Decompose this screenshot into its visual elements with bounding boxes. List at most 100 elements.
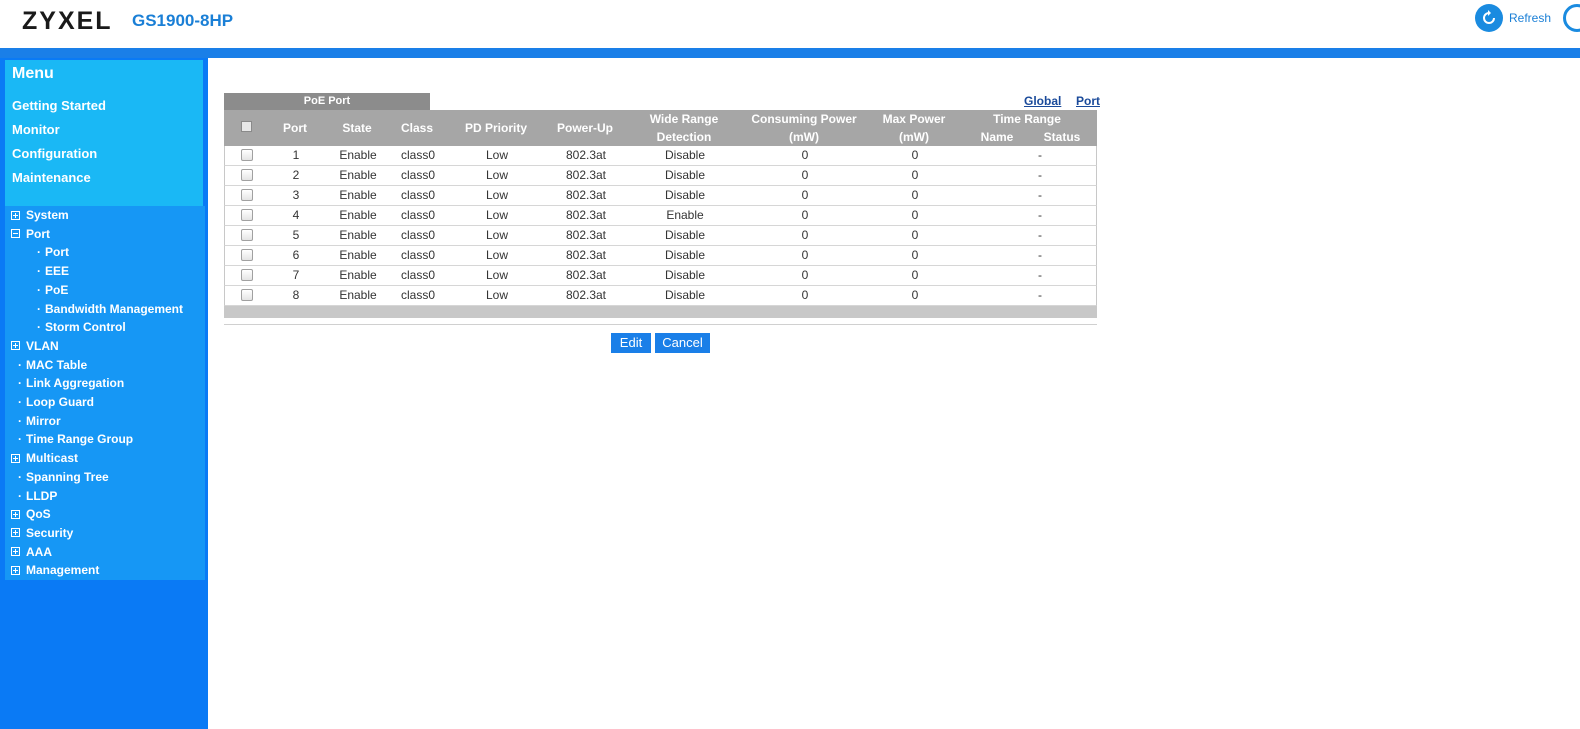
menu-getting-started[interactable]: Getting Started [12,98,106,113]
cell-detection: Disable [664,168,706,182]
header-pd-priority: PD Priority [464,121,527,135]
cell-max: 0 [911,268,919,282]
header-port: Port [283,121,307,135]
cell-state: Enable [339,288,377,302]
header-power-up: Power-Up [556,121,613,135]
cell-priority: Low [485,288,508,302]
row-checkbox[interactable] [241,269,253,281]
header-class: Class [400,121,434,135]
cell-consuming: 0 [801,288,809,302]
sidebar-item-multicast[interactable]: Multicast [11,451,78,465]
cell-port: 1 [292,148,300,162]
expand-icon[interactable] [11,341,20,351]
refresh-button[interactable]: Refresh [1475,4,1551,32]
cell-class: class0 [400,288,435,302]
sidebar-item-lldp[interactable]: · LLDP [18,489,57,503]
row-checkbox[interactable] [241,149,253,161]
bullet-icon: · [18,469,22,484]
bullet-icon: · [37,264,41,279]
model-name: GS1900-8HP [132,11,234,30]
expand-icon[interactable] [11,528,20,538]
row-checkbox[interactable] [241,189,253,201]
sidebar-item-security[interactable]: Security [11,526,73,540]
cell-port: 4 [292,208,300,222]
row-checkbox[interactable] [241,229,253,241]
menu-maintenance[interactable]: Maintenance [12,170,91,185]
menu-monitor[interactable]: Monitor [12,122,60,137]
expand-icon[interactable] [11,453,20,463]
cell-port: 6 [292,248,300,262]
expand-icon[interactable] [11,547,20,557]
sidebar-item-qos[interactable]: QoS [11,507,51,521]
cell-consuming: 0 [801,188,809,202]
table-header: Port State Class PD Priority Power-Up Wi… [224,110,1097,146]
refresh-icon [1475,4,1503,32]
cell-class: class0 [400,248,435,262]
expand-icon[interactable] [11,509,20,519]
user-icon[interactable] [1563,4,1580,32]
menu-configuration[interactable]: Configuration [12,146,97,161]
tab-poe-port[interactable]: PoE Port [224,93,430,110]
sidebar-item-bandwidth-management-sub[interactable]: · Bandwidth Management [37,302,183,316]
cell-status: - [1038,188,1042,202]
row-checkbox[interactable] [241,289,253,301]
sidebar-item-loop-guard[interactable]: · Loop Guard [18,395,94,409]
cell-priority: Low [485,248,508,262]
table-row: 1 Enable class0 Low 802.3at Disable 0 0 - [224,146,1097,166]
cell-max: 0 [911,148,919,162]
select-all-checkbox[interactable] [241,121,252,132]
sidebar-item-vlan[interactable]: VLAN [11,339,59,353]
cell-detection: Disable [664,268,706,282]
cancel-button[interactable]: Cancel [655,333,710,353]
collapse-icon[interactable] [11,229,20,239]
row-checkbox[interactable] [241,209,253,221]
sidebar-item-label: QoS [26,507,51,522]
sidebar-item-aaa[interactable]: AAA [11,545,52,559]
header-divider [0,48,1580,58]
bullet-icon: · [18,432,22,447]
bullet-icon: · [18,357,22,372]
sidebar-item-label: Port [26,226,50,241]
expand-icon[interactable] [11,210,20,220]
cell-status: - [1038,288,1042,302]
sidebar-item-mirror[interactable]: · Mirror [18,414,61,428]
sidebar-item-eee-sub[interactable]: · EEE [37,264,69,278]
menu-title: Menu [12,65,54,82]
row-checkbox[interactable] [241,169,253,181]
cell-detection: Enable [666,208,704,222]
cell-power-up: 802.3at [565,148,607,162]
sidebar-item-poe-sub[interactable]: · PoE [37,283,68,297]
cell-class: class0 [400,148,435,162]
table-row: 3 Enable class0 Low 802.3at Disable 0 0 - [224,186,1097,206]
cell-status: - [1038,228,1042,242]
port-link[interactable]: Port [1076,94,1100,108]
sidebar-item-time-range-group[interactable]: · Time Range Group [18,432,133,446]
sidebar-item-system[interactable]: System [11,208,69,222]
cell-state: Enable [339,148,377,162]
row-checkbox[interactable] [241,249,253,261]
sidebar-item-link-aggregation[interactable]: · Link Aggregation [18,376,124,390]
sidebar-item-mac-table[interactable]: · MAC Table [18,358,87,372]
bullet-icon: · [18,376,22,391]
sidebar-item-port[interactable]: Port [11,227,50,241]
sidebar-item-storm-control-sub[interactable]: · Storm Control [37,320,126,334]
sidebar-item-management[interactable]: Management [11,563,99,577]
header-consuming-power-1: Consuming Power [751,112,857,126]
expand-icon[interactable] [11,565,20,575]
cell-power-up: 802.3at [565,288,607,302]
sidebar: Menu Getting Started Monitor Configurati… [0,58,208,729]
header-bar: ZYXEL GS1900-8HP Refresh [0,0,1580,48]
cell-priority: Low [485,188,508,202]
header-max-power-2: (mW) [899,130,929,144]
cell-priority: Low [485,168,508,182]
header-time-range-name: Name [980,130,1014,144]
global-link[interactable]: Global [1024,94,1061,108]
sidebar-item-spanning-tree[interactable]: · Spanning Tree [18,470,109,484]
edit-button[interactable]: Edit [611,333,651,353]
sidebar-item-label: MAC Table [26,357,88,372]
cell-power-up: 802.3at [565,268,607,282]
sidebar-item-port-sub[interactable]: · Port [37,245,69,259]
menu-panel: Menu Getting Started Monitor Configurati… [5,60,203,206]
cell-port: 8 [292,288,300,302]
cell-power-up: 802.3at [565,168,607,182]
